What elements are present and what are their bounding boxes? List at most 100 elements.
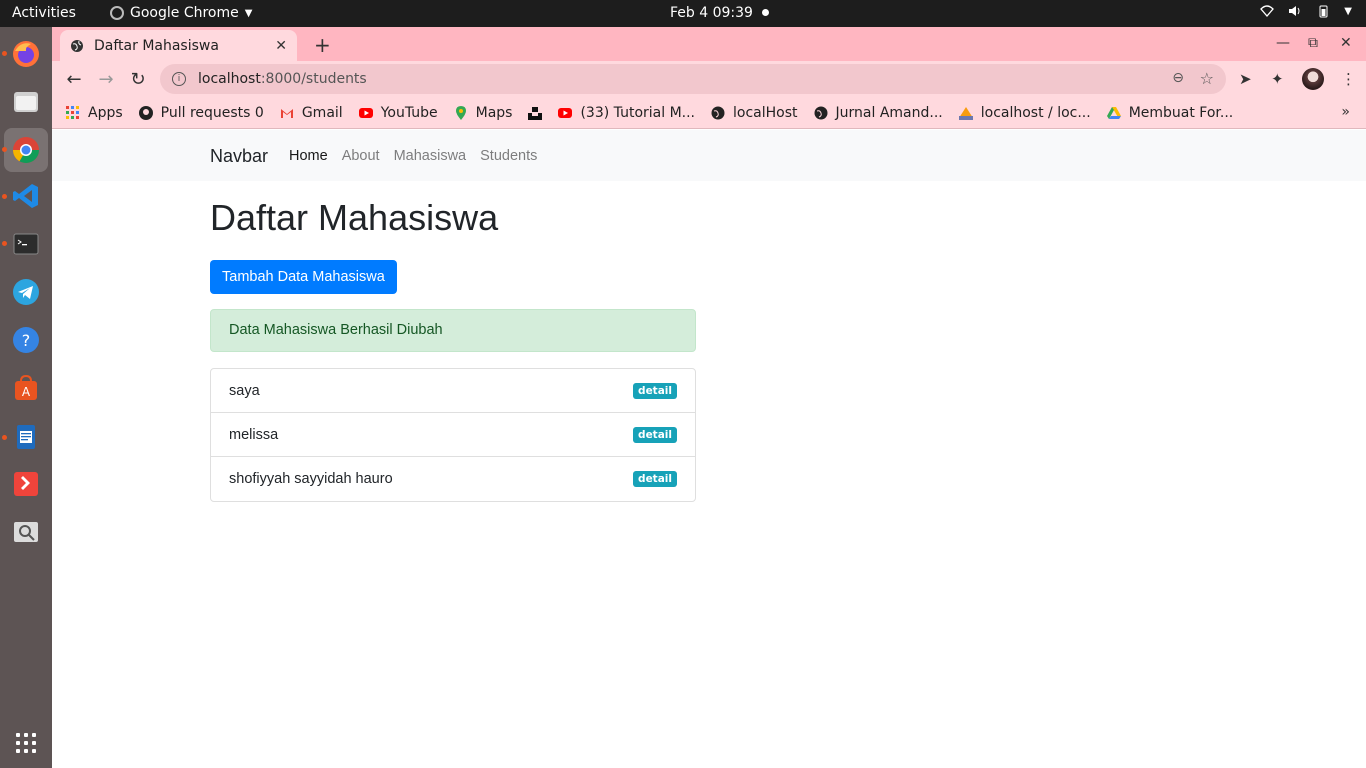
vscode-launcher[interactable] bbox=[7, 177, 45, 215]
bookmark-youtube[interactable]: YouTube bbox=[358, 104, 438, 121]
student-name: shofiyyah sayyidah hauro bbox=[229, 471, 393, 487]
svg-text:A: A bbox=[22, 385, 31, 399]
dock: ? A bbox=[0, 27, 52, 768]
new-tab-button[interactable]: + bbox=[314, 33, 331, 57]
terminal-launcher[interactable] bbox=[7, 225, 45, 263]
bookmark-localhost[interactable]: localHost bbox=[711, 105, 798, 121]
terminal-icon bbox=[13, 233, 39, 255]
restore-icon[interactable]: ⧉ bbox=[1308, 35, 1318, 51]
drive-icon bbox=[1106, 106, 1121, 119]
caret-down-icon: ▼ bbox=[244, 7, 253, 19]
bookmark-tutorial[interactable]: (33) Tutorial M... bbox=[558, 105, 695, 121]
zoom-icon[interactable]: ⊖ bbox=[1172, 70, 1184, 86]
list-item[interactable]: saya detail bbox=[211, 369, 695, 413]
chrome-icon bbox=[12, 137, 40, 164]
bookmark-phpmyadmin[interactable]: localhost / loc... bbox=[958, 104, 1091, 121]
unsplash-icon bbox=[528, 106, 543, 120]
url-host: localhost bbox=[198, 71, 261, 87]
detail-badge[interactable]: detail bbox=[633, 426, 677, 443]
minimize-icon[interactable]: — bbox=[1276, 35, 1290, 51]
bookmark-gmail[interactable]: Gmail bbox=[280, 105, 343, 121]
extensions-puzzle-icon[interactable]: ✦ bbox=[1271, 70, 1284, 88]
add-student-button[interactable]: Tambah Data Mahasiswa bbox=[210, 260, 397, 294]
profile-avatar[interactable] bbox=[1302, 68, 1324, 90]
browser-toolbar: ← → ↻ i localhost:8000/students ⊖ ☆ ➤ ✦ … bbox=[52, 61, 1366, 97]
globe-icon bbox=[814, 106, 828, 119]
reload-icon[interactable]: ↻ bbox=[128, 69, 148, 90]
help-launcher[interactable]: ? bbox=[7, 321, 45, 359]
student-list: saya detail melissa detail shofiyyah say… bbox=[210, 368, 696, 502]
software-launcher[interactable]: A bbox=[7, 369, 45, 407]
clock[interactable]: Feb 4 09:39 bbox=[670, 5, 753, 21]
show-applications-icon[interactable] bbox=[16, 733, 36, 753]
app-menu[interactable]: Google Chrome ▼ bbox=[110, 5, 252, 21]
files-launcher[interactable] bbox=[7, 83, 45, 121]
telegram-launcher[interactable] bbox=[7, 273, 45, 311]
bookmarks-overflow-icon[interactable]: » bbox=[1341, 104, 1350, 120]
screenshot-launcher[interactable] bbox=[7, 513, 45, 551]
gmail-icon bbox=[280, 108, 293, 118]
url-path: :8000/students bbox=[260, 71, 367, 87]
activities-button[interactable]: Activities bbox=[12, 5, 76, 21]
bookmark-label: Membuat For... bbox=[1128, 104, 1234, 121]
nav-link-mahasiswa[interactable]: Mahasiswa bbox=[394, 148, 467, 164]
tab-strip: Daftar Mahasiswa ✕ + — ⧉ ✕ bbox=[52, 27, 1366, 61]
list-item[interactable]: shofiyyah sayyidah hauro detail bbox=[211, 457, 695, 501]
chrome-menu-icon[interactable]: ⋮ bbox=[1341, 70, 1356, 88]
detail-badge[interactable]: detail bbox=[633, 382, 677, 399]
tab-daftar-mahasiswa[interactable]: Daftar Mahasiswa ✕ bbox=[60, 30, 297, 61]
chrome-launcher[interactable] bbox=[4, 128, 48, 172]
bookmark-label: YouTube bbox=[380, 104, 438, 121]
student-name: saya bbox=[229, 382, 260, 399]
bookmark-jurnal[interactable]: Jurnal Amand... bbox=[814, 105, 943, 121]
wifi-icon bbox=[1260, 4, 1275, 18]
anydesk-launcher[interactable] bbox=[7, 465, 45, 503]
browser-window: Daftar Mahasiswa ✕ + — ⧉ ✕ ← → ↻ i local… bbox=[52, 27, 1366, 768]
bookmark-label: localhost / loc... bbox=[980, 104, 1091, 121]
bookmark-star-icon[interactable]: ☆ bbox=[1200, 69, 1214, 88]
main-container: Daftar Mahasiswa Tambah Data Mahasiswa D… bbox=[210, 195, 696, 502]
address-bar[interactable]: i localhost:8000/students ⊖ ☆ bbox=[160, 64, 1226, 94]
running-indicator bbox=[2, 51, 7, 56]
bookmark-label: Maps bbox=[475, 104, 513, 121]
chrome-icon bbox=[110, 6, 124, 20]
bookmark-label: (33) Tutorial M... bbox=[580, 104, 696, 121]
success-alert: Data Mahasiswa Berhasil Diubah bbox=[210, 309, 696, 352]
running-indicator bbox=[2, 435, 7, 440]
github-icon bbox=[138, 105, 153, 120]
youtube-icon bbox=[558, 107, 573, 118]
student-name: melissa bbox=[229, 426, 279, 443]
running-indicator bbox=[2, 241, 7, 246]
bookmarks-bar: Apps Pull requests 0 Gmail YouTube Maps … bbox=[52, 97, 1366, 129]
close-window-icon[interactable]: ✕ bbox=[1340, 35, 1352, 51]
bookmark-unsplash[interactable] bbox=[528, 106, 543, 120]
nav-link-home[interactable]: Home bbox=[289, 148, 328, 164]
site-info-icon[interactable]: i bbox=[172, 72, 186, 86]
system-tray[interactable]: ▼ bbox=[1260, 4, 1352, 18]
globe-icon bbox=[71, 39, 83, 52]
detail-badge[interactable]: detail bbox=[633, 471, 677, 487]
tab-title: Daftar Mahasiswa bbox=[94, 37, 219, 54]
bookmark-label: Gmail bbox=[301, 104, 343, 121]
bookmark-apps[interactable]: Apps bbox=[66, 105, 123, 121]
phpmyadmin-icon bbox=[958, 106, 973, 120]
telegram-icon bbox=[13, 279, 39, 305]
back-icon[interactable]: ← bbox=[64, 69, 84, 90]
bookmark-label: Apps bbox=[88, 104, 123, 121]
close-tab-icon[interactable]: ✕ bbox=[275, 38, 287, 54]
send-extension-icon[interactable]: ➤ bbox=[1239, 70, 1252, 88]
writer-launcher[interactable] bbox=[7, 418, 45, 456]
navbar-brand[interactable]: Navbar bbox=[210, 146, 268, 167]
list-item[interactable]: melissa detail bbox=[211, 413, 695, 457]
bookmark-membuat[interactable]: Membuat For... bbox=[1106, 104, 1234, 121]
nav-link-students[interactable]: Students bbox=[480, 148, 537, 164]
bookmark-pull-requests[interactable]: Pull requests 0 bbox=[138, 105, 264, 121]
nav-link-about[interactable]: About bbox=[342, 148, 380, 164]
svg-text:?: ? bbox=[22, 331, 31, 350]
bookmark-maps[interactable]: Maps bbox=[454, 104, 513, 121]
site-navbar: Navbar Home About Mahasiswa Students bbox=[52, 130, 1366, 181]
firefox-launcher[interactable] bbox=[7, 35, 45, 73]
tray-menu-caret-icon: ▼ bbox=[1344, 5, 1352, 17]
forward-icon[interactable]: → bbox=[96, 69, 116, 90]
battery-icon bbox=[1316, 4, 1330, 18]
